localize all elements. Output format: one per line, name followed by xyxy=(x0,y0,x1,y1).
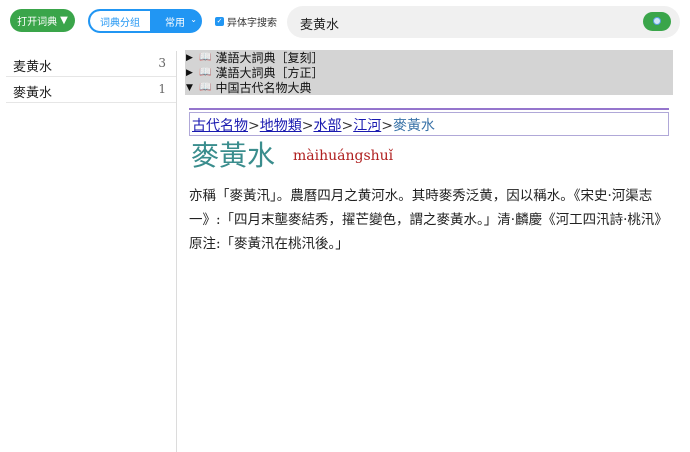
dictionary-group-selector[interactable]: 词典分组 常用 ⌄ xyxy=(88,9,202,33)
breadcrumb-separator: > xyxy=(341,118,354,134)
expand-arrow-icon[interactable]: ▶ xyxy=(186,53,195,63)
list-item-label: 麥黃水 xyxy=(13,86,53,101)
list-item[interactable]: 麦黄水 3 xyxy=(6,51,176,77)
dictionary-name: 中国古代名物大典 xyxy=(215,81,312,95)
list-item-count: 1 xyxy=(158,82,166,96)
dictionary-list: ▶ 📖 漢語大詞典［复刻］ ▶ 📖 漢語大詞典［方正］ ▼ 📖 中国古代名物大典 xyxy=(185,50,673,95)
breadcrumb-separator: > xyxy=(301,118,314,134)
breadcrumb-separator: > xyxy=(248,118,260,134)
dictionary-group-label[interactable]: 词典分组 xyxy=(90,11,150,31)
search-bar[interactable]: 麦黄水 xyxy=(287,6,680,38)
entry-pinyin: màihuángshuǐ xyxy=(293,148,394,164)
dictionary-row[interactable]: ▼ 📖 中国古代名物大典 xyxy=(185,80,673,95)
expand-arrow-icon[interactable]: ▶ xyxy=(186,68,195,78)
book-icon: 📖 xyxy=(199,52,212,63)
toolbar: 打开词典 ▼ 词典分组 常用 ⌄ ✓ 异体字搜索 麦黄水 xyxy=(0,0,690,44)
breadcrumb-link[interactable]: 古代名物 xyxy=(192,118,248,134)
dictionary-row[interactable]: ▶ 📖 漢語大詞典［复刻］ xyxy=(185,50,673,65)
breadcrumb-link[interactable]: 水部 xyxy=(313,118,341,134)
search-input[interactable]: 麦黄水 xyxy=(300,14,339,33)
dropdown-arrow-icon: ▼ xyxy=(60,15,68,26)
breadcrumb: 古代名物>地物類>水部>江河>麥黃水 xyxy=(189,112,669,136)
breadcrumb-link[interactable]: 江河 xyxy=(353,118,381,134)
result-list: 麦黄水 3 麥黃水 1 xyxy=(6,51,177,452)
open-dictionary-label: 打开词典 xyxy=(17,17,58,28)
search-button[interactable] xyxy=(643,12,671,31)
breadcrumb-separator: > xyxy=(381,118,393,134)
checkbox-checked-icon[interactable]: ✓ xyxy=(215,17,224,26)
variant-search-toggle[interactable]: ✓ 异体字搜索 xyxy=(215,14,277,29)
entry-headword: 麥黃水 xyxy=(191,139,276,172)
chevron-down-icon: ⌄ xyxy=(190,15,197,24)
entry-definition: 亦稱「麥黃汛」。農曆四月之黄河水。其時麥秀泛黄，因以稱水。《宋史·河渠志一》:「… xyxy=(189,188,668,252)
breadcrumb-current: 麥黃水 xyxy=(392,118,435,134)
dictionary-group-value: 常用 xyxy=(165,17,185,29)
entry-divider xyxy=(189,108,669,110)
dictionary-row[interactable]: ▶ 📖 漢語大詞典［方正］ xyxy=(185,65,673,80)
search-icon xyxy=(653,17,661,25)
list-item-label: 麦黄水 xyxy=(13,60,53,75)
breadcrumb-link[interactable]: 地物類 xyxy=(260,118,302,134)
list-item[interactable]: 麥黃水 1 xyxy=(6,77,176,103)
book-icon: 📖 xyxy=(199,82,212,93)
dictionary-group-dropdown[interactable]: 常用 ⌄ xyxy=(150,11,200,31)
collapse-arrow-icon[interactable]: ▼ xyxy=(186,83,195,93)
book-icon: 📖 xyxy=(199,67,212,78)
list-item-count: 3 xyxy=(158,56,166,70)
variant-search-label: 异体字搜索 xyxy=(227,18,277,29)
open-dictionary-button[interactable]: 打开词典 ▼ xyxy=(10,9,75,32)
